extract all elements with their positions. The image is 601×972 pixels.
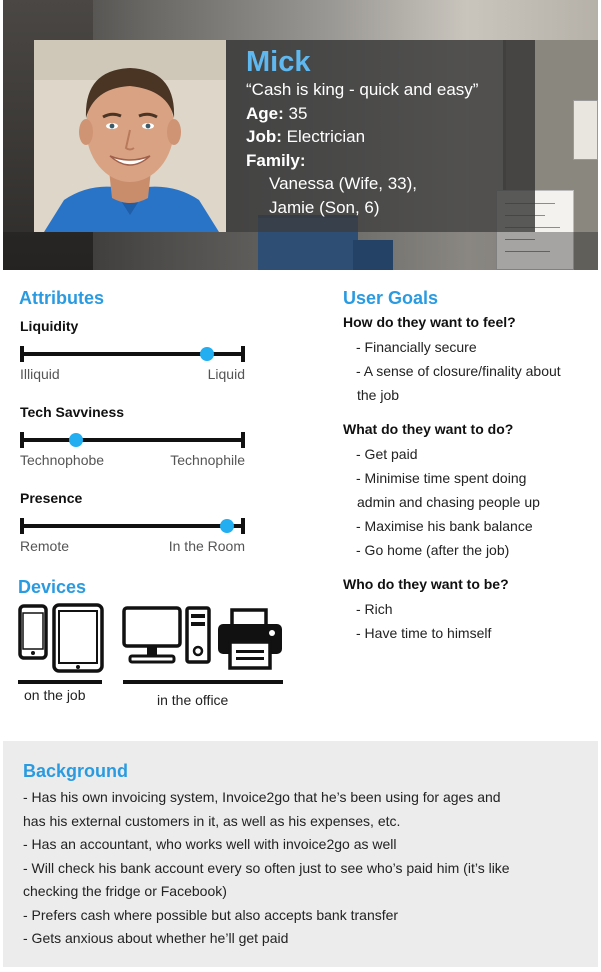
- persona-name: Mick: [246, 46, 311, 78]
- family-member: Jamie (Son, 6): [269, 197, 380, 217]
- goal-item: - Get paid: [356, 446, 418, 462]
- goal-item: - A sense of closure/finality about: [356, 363, 561, 379]
- scale-low-label: Technophobe: [20, 452, 105, 468]
- device-group-divider: [18, 680, 102, 684]
- age-label: Age:: [246, 103, 284, 123]
- attribute-label: Liquidity: [20, 318, 79, 334]
- scale-low-label: Illiquid: [20, 366, 60, 382]
- scale-marker: [220, 519, 234, 533]
- device-group-divider: [123, 680, 283, 684]
- attribute-liquidity: Liquidity Illiquid Liquid: [20, 318, 245, 384]
- attribute-label: Tech Savviness: [20, 404, 125, 420]
- background-line: - Gets anxious about whether he’ll get p…: [23, 930, 289, 946]
- scale-low-label: Remote: [20, 538, 70, 554]
- scale-high-label: Liquid: [207, 366, 245, 382]
- persona-family: Family:: [246, 149, 515, 173]
- scale-end-cap: [20, 346, 24, 362]
- background-line: checking the fridge or Facebook): [23, 883, 227, 899]
- attributes-heading: Attributes: [19, 288, 104, 308]
- scale-end-cap: [241, 518, 245, 534]
- persona-photo: [34, 40, 226, 232]
- attribute-presence: Presence Remote In the Room: [20, 490, 245, 556]
- goal-item: - Financially secure: [356, 339, 477, 355]
- attribute-tech-savviness: Tech Savviness Technophobe Technophile: [20, 404, 245, 470]
- scale-high-label: In the Room: [168, 538, 245, 554]
- device-group-caption: on the job: [24, 687, 86, 703]
- scale-high-label: Technophile: [170, 452, 245, 468]
- goal-question: Who do they want to be?: [343, 576, 509, 592]
- goal-item: - Rich: [356, 601, 393, 617]
- background-line: - Has an accountant, who works well with…: [23, 836, 397, 852]
- attribute-scale: [20, 432, 245, 448]
- goal-question: What do they want to do?: [343, 421, 514, 437]
- goal-item: - Go home (after the job): [356, 542, 510, 558]
- scale-marker: [69, 433, 84, 447]
- background-heading: Background: [23, 761, 129, 781]
- goal-question: How do they want to feel?: [343, 314, 516, 330]
- attribute-scale: [20, 346, 245, 362]
- goal-item: - Minimise time spent doing: [356, 470, 527, 486]
- attribute-label: Presence: [20, 490, 83, 506]
- family-label: Family:: [246, 150, 306, 170]
- goal-group-feel: How do they want to feel? - Financially …: [343, 314, 598, 407]
- job-value: Electrician: [286, 127, 366, 146]
- printer-icon: [218, 608, 282, 670]
- user-goals-heading: User Goals: [343, 288, 439, 308]
- persona-job: Job: Electrician: [246, 125, 515, 149]
- job-label: Job:: [246, 127, 282, 146]
- user-goals: User Goals How do they want to feel? - F…: [343, 288, 598, 659]
- background-line: - Prefers cash where possible but also a…: [23, 906, 399, 923]
- scale-end-cap: [20, 432, 24, 448]
- scale-marker: [199, 347, 214, 361]
- desktop-monitor-icon: [122, 606, 182, 664]
- scale-end-cap: [241, 346, 245, 362]
- persona-summary: Mick “Cash is king - quick and easy” Age…: [226, 40, 535, 232]
- persona-quote: “Cash is king - quick and easy”: [246, 80, 479, 99]
- scale-end-cap: [241, 432, 245, 448]
- devices-heading: Devices: [18, 577, 87, 597]
- device-group-caption: in the office: [157, 692, 229, 708]
- background-line: has his external customers in it, as wel…: [23, 812, 401, 829]
- goal-item: - Have time to himself: [356, 625, 492, 641]
- goal-item: - Maximise his bank balance: [356, 518, 533, 534]
- goal-group-be: Who do they want to be? - Rich - Have ti…: [343, 576, 598, 645]
- goal-item: admin and chasing people up: [357, 494, 540, 510]
- scale-track: [23, 524, 242, 528]
- computer-tower-icon: [185, 606, 211, 664]
- scale-end-cap: [20, 518, 24, 534]
- goal-group-do: What do they want to do? - Get paid - Mi…: [343, 421, 598, 562]
- smartphone-icon: [18, 604, 48, 660]
- background-panel: Background - Has his own invoicing syste…: [3, 741, 598, 967]
- hero-backdrop-shade: [3, 232, 598, 270]
- hero-backdrop-label: [573, 100, 598, 160]
- background-line: - Will check his bank account every so o…: [23, 859, 510, 876]
- tablet-icon: [52, 603, 104, 673]
- scale-track: [23, 438, 242, 442]
- age-value: 35: [288, 103, 308, 123]
- background-line: - Has his own invoicing system, Invoice2…: [23, 789, 501, 805]
- goal-item: the job: [357, 387, 400, 403]
- persona-age: Age: 35: [246, 102, 515, 126]
- family-member: Vanessa (Wife, 33),: [269, 174, 418, 193]
- attribute-scale: [20, 518, 245, 534]
